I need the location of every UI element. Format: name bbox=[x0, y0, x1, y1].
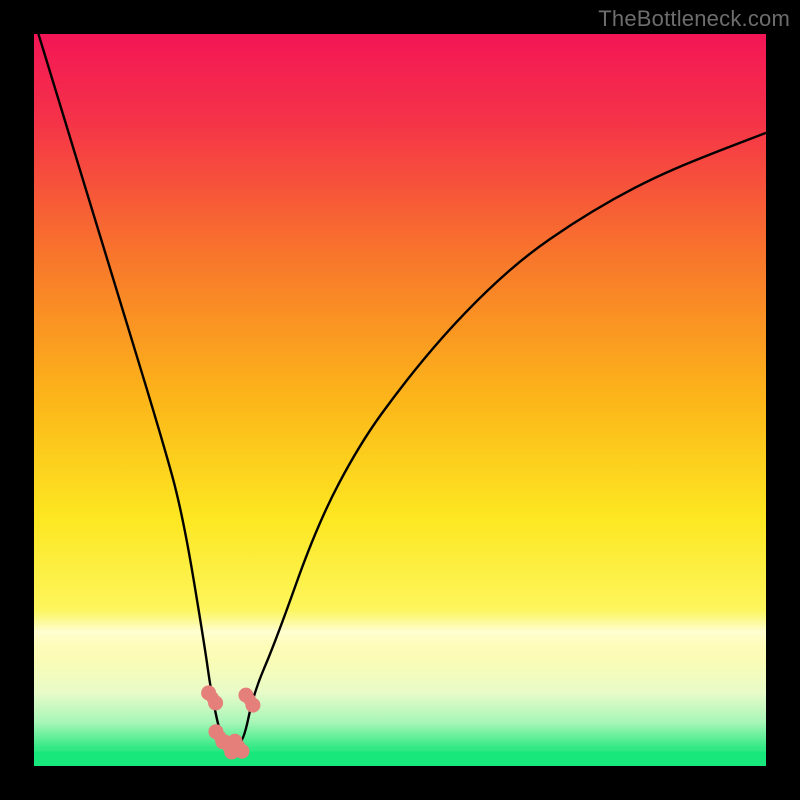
watermark-label: TheBottleneck.com bbox=[598, 6, 790, 32]
floor-band bbox=[34, 751, 766, 766]
threshold-band bbox=[34, 609, 766, 660]
chart-frame: TheBottleneck.com bbox=[0, 0, 800, 800]
plot-area bbox=[34, 34, 766, 766]
bottleneck-chart bbox=[34, 34, 766, 766]
